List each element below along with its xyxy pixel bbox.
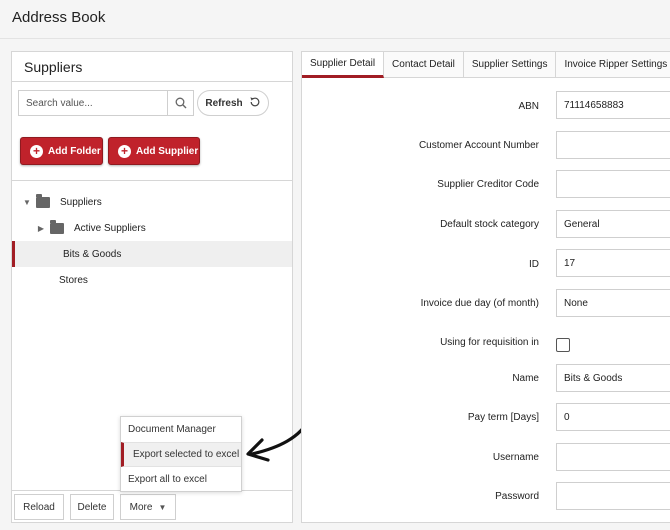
caret-down-icon[interactable]: ▼: [22, 198, 32, 207]
name-label: Name: [512, 373, 539, 384]
search-box: [18, 90, 194, 116]
panel-title: Suppliers: [12, 52, 292, 82]
password-field[interactable]: [556, 482, 670, 510]
caret-right-icon[interactable]: ▶: [36, 224, 46, 233]
folder-icon: [36, 193, 50, 208]
add-supplier-button[interactable]: + Add Supplier: [108, 137, 200, 165]
using-for-requisition-checkbox[interactable]: [556, 338, 570, 352]
tab-supplier-settings[interactable]: Supplier Settings: [463, 52, 557, 78]
tab-invoice-ripper-settings[interactable]: Invoice Ripper Settings: [556, 52, 670, 78]
username-label: Username: [492, 452, 539, 463]
tree-node-suppliers[interactable]: ▼ Suppliers: [12, 189, 292, 215]
search-icon[interactable]: [167, 91, 193, 115]
more-button[interactable]: More ▼: [120, 494, 176, 520]
default-stock-category-label: Default stock category: [440, 219, 539, 230]
tree-node-label: Active Suppliers: [74, 222, 146, 234]
username-field[interactable]: [556, 443, 670, 471]
more-label: More: [129, 501, 153, 513]
tree-node-label: Suppliers: [60, 196, 102, 208]
refresh-label: Refresh: [205, 97, 243, 109]
id-label: ID: [529, 259, 539, 270]
id-field[interactable]: 17: [556, 249, 670, 277]
tab-supplier-detail[interactable]: Supplier Detail: [302, 52, 385, 78]
default-stock-category-select[interactable]: General: [556, 210, 670, 238]
invoice-due-day-select[interactable]: None: [556, 289, 670, 317]
tab-bar: Supplier Detail Contact Detail Supplier …: [302, 52, 670, 78]
customer-account-number-field[interactable]: [556, 131, 670, 159]
invoice-due-day-label: Invoice due day (of month): [420, 298, 539, 309]
add-supplier-label: Add Supplier: [136, 145, 199, 157]
tree-node-bits-goods[interactable]: Bits & Goods: [12, 241, 292, 267]
supplier-detail-panel: Supplier Detail Contact Detail Supplier …: [301, 51, 670, 523]
tree-node-label: Bits & Goods: [63, 248, 122, 260]
abn-label: ABN: [518, 101, 539, 112]
refresh-button[interactable]: Refresh: [197, 90, 269, 116]
add-folder-label: Add Folder: [48, 145, 101, 157]
tree-divider: [12, 180, 292, 181]
plus-icon: +: [30, 144, 43, 158]
folder-icon: [50, 219, 64, 234]
pay-term-field[interactable]: 0: [556, 403, 670, 431]
reload-button[interactable]: Reload: [14, 494, 64, 520]
supplier-creditor-code-label: Supplier Creditor Code: [437, 179, 539, 190]
tree-node-stores[interactable]: Stores: [12, 267, 292, 293]
plus-icon: +: [118, 144, 131, 158]
supplier-creditor-code-field[interactable]: [556, 170, 670, 198]
name-field[interactable]: Bits & Goods: [556, 364, 670, 392]
add-folder-button[interactable]: + Add Folder: [20, 137, 103, 165]
header-divider: [0, 38, 670, 39]
using-for-requisition-label: Using for requisition in: [440, 337, 539, 348]
pay-term-label: Pay term [Days]: [467, 412, 539, 423]
menu-item-export-all[interactable]: Export all to excel: [121, 467, 241, 492]
more-menu: Document Manager Export selected to exce…: [120, 416, 242, 492]
delete-button[interactable]: Delete: [70, 494, 114, 520]
tab-contact-detail[interactable]: Contact Detail: [384, 52, 464, 78]
abn-field[interactable]: 71114658883: [556, 91, 670, 119]
refresh-icon: [249, 96, 261, 111]
password-label: Password: [495, 491, 539, 502]
menu-item-export-selected[interactable]: Export selected to excel: [121, 442, 241, 467]
search-input[interactable]: [19, 91, 169, 115]
caret-down-icon: ▼: [158, 502, 167, 512]
tree-node-label: Stores: [59, 274, 88, 286]
tree-node-active-suppliers[interactable]: ▶ Active Suppliers: [12, 215, 292, 241]
menu-item-document-manager[interactable]: Document Manager: [121, 417, 241, 442]
customer-account-number-label: Customer Account Number: [418, 140, 539, 151]
page-title: Address Book: [12, 9, 106, 26]
